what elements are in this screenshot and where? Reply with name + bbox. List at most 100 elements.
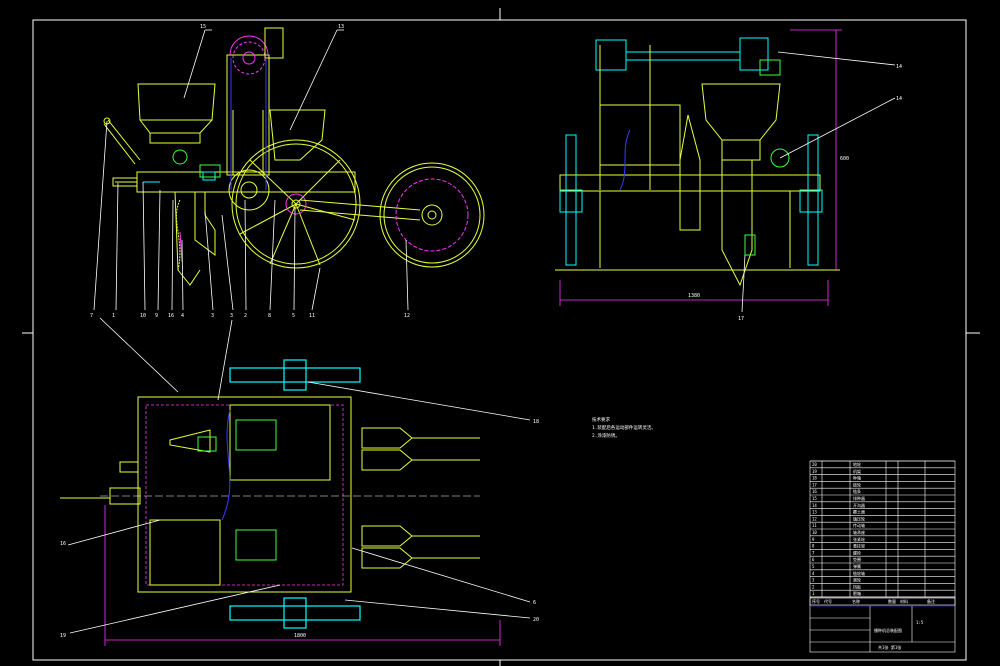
cad-drawing: 15 13 7 1 10 9 16 4 3 3 2 8 5 11 12 1380… xyxy=(22,8,980,666)
press-wheel-inner xyxy=(395,178,469,252)
parts-row-name: 悬挂架 xyxy=(853,543,865,549)
title-block: 20 地轮19 机架18 种箱17 链轮16 链条15 排种器14 开沟器13 覆土器12 镇压轮… xyxy=(809,460,956,653)
tech-note-2: 2.涂漆防锈。 xyxy=(592,432,620,439)
plan-callout-1: 18 xyxy=(533,419,539,425)
parts-row-name: 螺栓 xyxy=(853,549,861,555)
callout-top-2: 13 xyxy=(338,24,344,30)
plan-callout-3: 6 xyxy=(533,600,536,606)
upright-frame xyxy=(226,54,326,176)
parts-row-number: 10 xyxy=(812,530,817,535)
side-callout-3: 17 xyxy=(738,316,744,322)
callout-b5: 16 xyxy=(168,313,174,319)
parts-row-name: 挡板 xyxy=(853,583,861,589)
parts-row-number: 3 xyxy=(812,578,815,583)
parts-row-name: 排种器 xyxy=(853,495,865,501)
parts-row-name: 弹簧 xyxy=(853,563,861,569)
plan-callout-4: 19 xyxy=(60,633,66,639)
parts-row-number: 4 xyxy=(812,571,815,576)
parts-row-number: 13 xyxy=(812,510,817,515)
callout-top-1: 15 xyxy=(200,24,206,30)
parts-row-name: 开沟器 xyxy=(853,502,865,508)
metering-device xyxy=(172,149,221,178)
callout-b1: 7 xyxy=(90,313,93,319)
parts-row-number: 15 xyxy=(812,496,817,501)
parts-header-cell: 材料 xyxy=(900,598,908,604)
parts-row-number: 2 xyxy=(812,584,815,589)
parts-row-number: 12 xyxy=(812,516,817,521)
side-height-dim: 600 xyxy=(840,156,849,162)
side-width-dim: 1380 xyxy=(688,293,700,299)
parts-header-cell: 数量 xyxy=(888,598,896,604)
plan-press-wheels xyxy=(361,427,480,569)
callout-b3: 10 xyxy=(140,313,146,319)
side-wheels xyxy=(559,134,823,266)
plan-callout-5: 20 xyxy=(533,617,539,623)
parts-list xyxy=(809,460,956,598)
drawing-title: 播种机总装配图 xyxy=(874,627,902,633)
parts-row-name: 镇压轮 xyxy=(853,515,865,521)
side-callout-1: 14 xyxy=(896,64,902,70)
drawing-scale: 1:5 xyxy=(916,620,924,625)
parts-row-name: 覆土器 xyxy=(853,509,865,515)
parts-row-number: 11 xyxy=(812,523,817,528)
side-beam xyxy=(559,174,821,268)
parts-row-name: 垫圈 xyxy=(853,556,861,562)
callout-b9: 2 xyxy=(244,313,247,319)
tech-notes-heading: 技术要求 xyxy=(592,416,610,423)
parts-row-name: 种箱 xyxy=(853,475,861,481)
side-chain xyxy=(619,129,631,191)
drawing-sheet: 共1张 第1张 xyxy=(878,644,901,650)
press-wheel xyxy=(299,162,485,268)
plan-blue-chain xyxy=(221,409,231,521)
parts-row-number: 7 xyxy=(812,550,815,555)
parts-row-number: 16 xyxy=(812,489,817,494)
parts-row-number: 8 xyxy=(812,544,815,549)
parts-row-number: 19 xyxy=(812,469,817,474)
plan-hitch xyxy=(60,461,141,505)
parts-row-name: 肥箱 xyxy=(853,590,861,596)
callout-b11: 5 xyxy=(292,313,295,319)
plan-width-dim: 1800 xyxy=(294,633,306,639)
plan-dimension xyxy=(104,505,501,646)
parts-header-cell: 备注 xyxy=(927,598,935,604)
parts-row-name: 传动轴 xyxy=(853,522,865,528)
parts-header-cell: 名称 xyxy=(852,598,860,604)
callout-b12: 11 xyxy=(309,313,315,319)
callout-b13: 12 xyxy=(404,313,410,319)
parts-row-number: 20 xyxy=(812,462,817,467)
parts-row-number: 1 xyxy=(812,591,815,596)
parts-row-number: 14 xyxy=(812,503,817,508)
parts-row-number: 17 xyxy=(812,482,817,487)
seed-hopper xyxy=(137,83,216,144)
ground-wheel xyxy=(231,139,361,269)
callout-b6: 4 xyxy=(181,313,184,319)
parts-row-name: 链条 xyxy=(853,488,861,494)
side-view: 1380 600 14 14 17 xyxy=(555,29,902,322)
tech-note-1: 1.装配后各运动部件运转灵活。 xyxy=(592,424,656,431)
plan-callout-2: 16 xyxy=(60,541,66,547)
plan-frame xyxy=(137,396,352,593)
callout-b8: 3 xyxy=(230,313,233,319)
side-callout-2: 14 xyxy=(896,96,902,102)
parts-row-name: 链轮 xyxy=(853,481,861,487)
side-hopper xyxy=(599,45,781,190)
plan-view: 1800 18 16 6 19 20 xyxy=(60,317,539,646)
callout-b2: 1 xyxy=(112,313,115,319)
callout-b4: 9 xyxy=(155,313,158,319)
callout-b10: 8 xyxy=(268,313,271,319)
hitch-arm xyxy=(103,117,141,165)
furrow-opener xyxy=(174,191,216,286)
front-view xyxy=(93,27,485,311)
side-dimensions xyxy=(559,29,842,306)
plan-hopper xyxy=(149,404,331,586)
plan-wheels xyxy=(229,359,361,629)
parts-row-number: 18 xyxy=(812,476,817,481)
plan-frame-inner xyxy=(145,404,344,586)
parts-row-number: 5 xyxy=(812,564,815,569)
parts-row-name: 张紧轮 xyxy=(853,536,865,542)
parts-row-name: 滚轮 xyxy=(853,577,861,583)
tech-notes: 技术要求 1.装配后各运动部件运转灵活。 2.涂漆防锈。 xyxy=(592,416,656,439)
callout-b7: 3 xyxy=(211,313,214,319)
parts-row-number: 6 xyxy=(812,557,815,562)
side-top-shaft xyxy=(595,37,769,71)
